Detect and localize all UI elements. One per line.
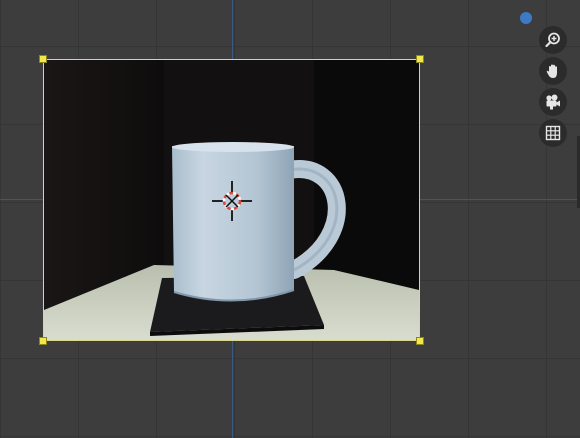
corner-handle-bottom-right[interactable] xyxy=(416,337,424,345)
corner-handle-bottom-left[interactable] xyxy=(39,337,47,345)
zoom-button[interactable] xyxy=(539,26,567,54)
grid-icon xyxy=(545,125,561,141)
pan-button[interactable] xyxy=(539,57,567,85)
zoom-icon xyxy=(545,32,560,48)
corner-handle-top-right[interactable] xyxy=(416,55,424,63)
camera-view-button[interactable] xyxy=(539,88,567,116)
3d-viewport[interactable] xyxy=(0,0,580,438)
ortho-grid-button[interactable] xyxy=(539,119,567,147)
axis-gizmo-dot[interactable] xyxy=(520,12,532,24)
camera-icon xyxy=(546,94,560,110)
corner-handle-top-left[interactable] xyxy=(39,55,47,63)
hand-pan-icon xyxy=(546,64,557,78)
3d-cursor-icon[interactable] xyxy=(212,181,252,221)
